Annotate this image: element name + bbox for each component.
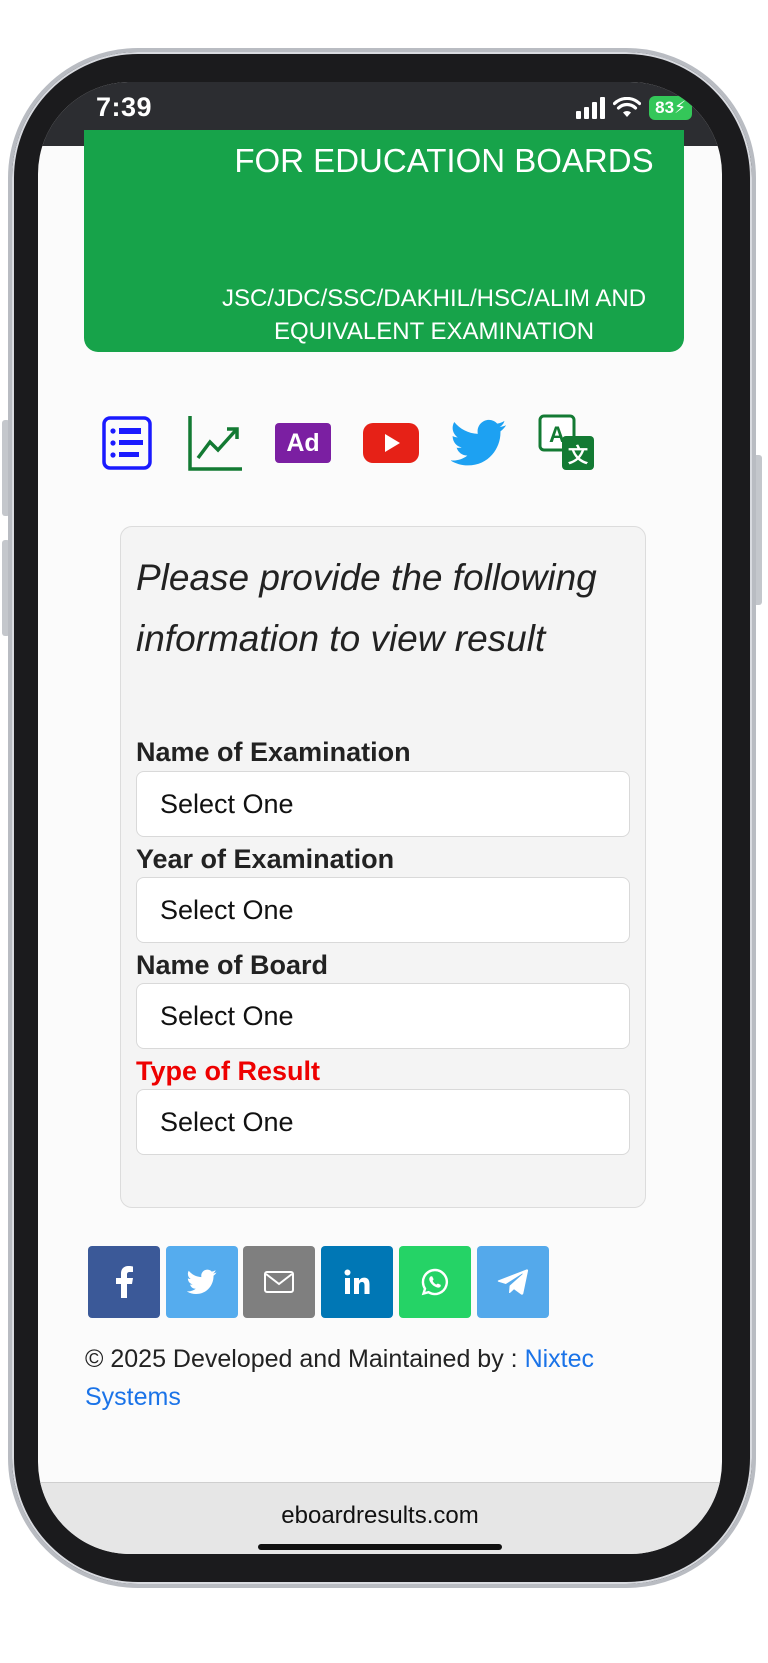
result-type-label: Type of Result <box>136 1056 321 1086</box>
twitter-share-button[interactable] <box>166 1246 238 1318</box>
exam-year-label: Year of Examination <box>136 844 395 874</box>
twitter-icon[interactable] <box>450 414 508 472</box>
result-list-icon[interactable] <box>98 414 156 472</box>
battery-level: 83 <box>655 98 675 117</box>
banner-title: FOR EDUCATION BOARDS <box>234 142 654 179</box>
wifi-icon <box>613 97 642 117</box>
home-indicator <box>258 1544 502 1550</box>
linkedin-share-button[interactable] <box>321 1246 393 1318</box>
cellular-signal-icon <box>576 97 606 119</box>
ad-icon[interactable]: Ad <box>274 414 332 472</box>
banner-subtitle: JSC/JDC/SSC/DAKHIL/HSC/ALIM AND EQUIVALE… <box>221 285 647 345</box>
youtube-icon[interactable] <box>362 414 420 472</box>
statistics-chart-icon[interactable] <box>186 414 244 472</box>
facebook-icon <box>116 1266 133 1298</box>
whatsapp-icon <box>421 1268 448 1296</box>
exam-year-select[interactable]: Select One <box>136 877 630 943</box>
facebook-share-button[interactable] <box>88 1246 160 1318</box>
result-form-card: Please provide the following information… <box>120 526 646 1208</box>
footer-text: © 2025 Developed and Maintained by : Nix… <box>85 1340 685 1416</box>
board-name-select[interactable]: Select One <box>136 983 630 1049</box>
status-icons: 83⚡ <box>576 96 692 120</box>
telegram-share-button[interactable] <box>477 1246 549 1318</box>
charging-bolt-icon: ⚡ <box>674 98 686 117</box>
battery-indicator: 83⚡ <box>649 96 692 120</box>
exam-name-label: Name of Examination <box>136 737 411 767</box>
translate-icon[interactable]: A 文 <box>538 414 596 472</box>
status-time: 7:39 <box>96 92 153 122</box>
header-banner: FOR EDUCATION BOARDS JSC/JDC/SSC/DAKHIL/… <box>84 130 684 352</box>
email-icon <box>264 1271 294 1293</box>
twitter-small-icon <box>187 1269 217 1294</box>
linkedin-icon <box>344 1269 370 1294</box>
share-buttons-row <box>88 1246 549 1318</box>
whatsapp-share-button[interactable] <box>399 1246 471 1318</box>
svg-text:文: 文 <box>568 443 589 467</box>
phone-screen: 7:39 83⚡ FOR EDUCATION BOARDS JSC/JDC/SS… <box>38 82 722 1554</box>
telegram-icon <box>497 1269 529 1295</box>
ad-icon-label: Ad <box>275 423 331 463</box>
form-heading: Please provide the following information… <box>136 557 597 659</box>
email-share-button[interactable] <box>243 1246 315 1318</box>
exam-name-select[interactable]: Select One <box>136 771 630 837</box>
footer-copyright: © 2025 Developed and Maintained by : <box>85 1345 525 1373</box>
board-name-label: Name of Board <box>136 950 329 980</box>
quick-icons-row: Ad A 文 <box>98 414 638 474</box>
result-type-select[interactable]: Select One <box>136 1089 630 1155</box>
browser-url: eboardresults.com <box>281 1502 479 1529</box>
